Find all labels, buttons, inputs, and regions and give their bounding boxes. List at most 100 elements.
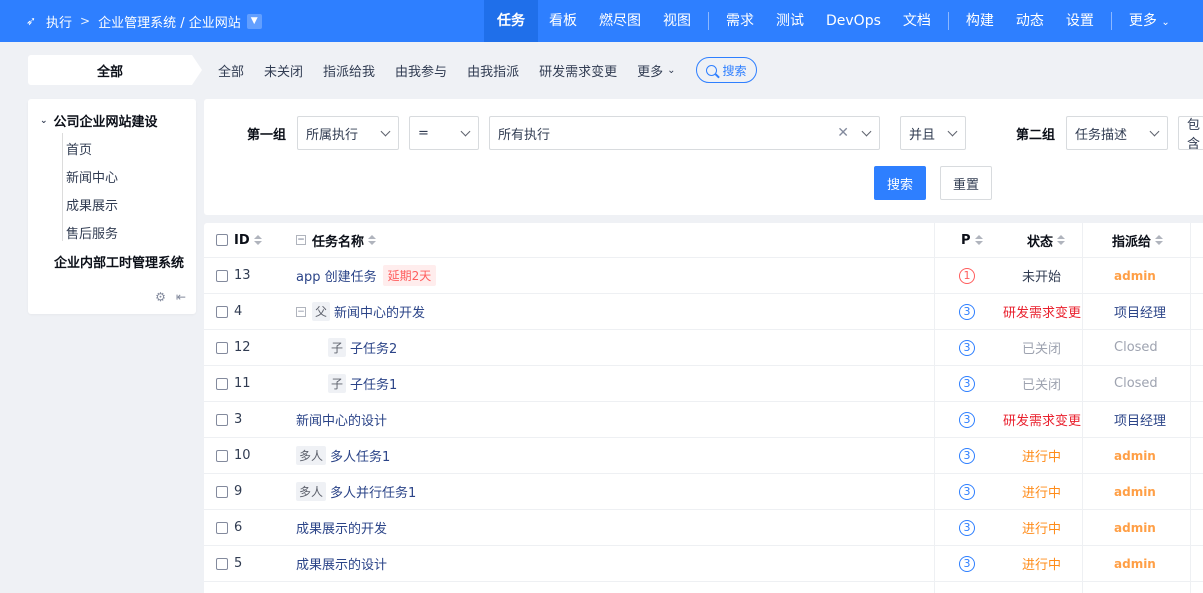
filter-all[interactable]: 全部	[218, 61, 244, 80]
tree-item-results[interactable]: 成果展示	[66, 195, 118, 214]
header-pri[interactable]: P	[961, 223, 983, 257]
tree-item-service[interactable]: 售后服务	[66, 223, 118, 242]
assignee-link[interactable]: 项目经理	[1114, 410, 1166, 429]
group2-label: 第二组	[1016, 128, 1056, 143]
breadcrumb-module[interactable]: 执行	[46, 12, 72, 31]
row-checkbox[interactable]	[216, 377, 228, 390]
row-id: 10	[234, 448, 251, 463]
table-row[interactable]: 9 多人 多人并行任务1 3 进行中 admin	[204, 474, 1203, 510]
breadcrumb-path[interactable]: 企业管理系统 / 企业网站	[98, 12, 241, 31]
assignee-link[interactable]: admin	[1114, 557, 1156, 571]
assignee-link[interactable]: admin	[1114, 521, 1156, 535]
nav-more[interactable]: 更多 ⌄	[1118, 0, 1181, 42]
operator1-select[interactable]: =	[409, 116, 479, 150]
tree-root-item-2[interactable]: 企业内部工时管理系统	[54, 252, 184, 271]
chevron-down-icon	[380, 126, 391, 137]
header-assigned[interactable]: 指派给	[1112, 223, 1164, 257]
nav-build[interactable]: 构建	[955, 0, 1005, 42]
filter-assigned-by-me[interactable]: 由我指派	[467, 61, 519, 80]
nav-more-label: 更多	[1128, 13, 1157, 29]
field1-value: 所属执行	[306, 127, 359, 143]
clear-icon[interactable]: ✕	[837, 125, 849, 141]
collapse-icon[interactable]: ⇤	[176, 290, 186, 304]
table-row[interactable]: 6 成果展示的开发 3 进行中 admin	[204, 510, 1203, 546]
row-checkbox[interactable]	[216, 269, 228, 282]
table-row[interactable]: 13 app 创建任务 延期2天 1 未开始 admin	[204, 258, 1203, 294]
delay-badge: 延期2天	[382, 265, 437, 286]
search-button[interactable]: 搜索	[874, 166, 926, 200]
filter-assigned-to-me[interactable]: 指派给我	[323, 61, 375, 80]
table-row[interactable]: 3 新闻中心的设计 3 研发需求变更 项目经理	[204, 402, 1203, 438]
table-row[interactable]: 10 多人 多人任务1 3 进行中 admin	[204, 438, 1203, 474]
assignee-link[interactable]: Closed	[1114, 340, 1158, 355]
table-row[interactable]: 4 − 父新闻中心的开发 3 研发需求变更 项目经理	[204, 294, 1203, 330]
tree-root-item[interactable]: ⌄ 公司企业网站建设	[40, 111, 158, 130]
task-name-link[interactable]: 成果展示的设计	[296, 554, 387, 573]
task-name-link[interactable]: 多人并行任务1	[330, 482, 416, 501]
search-toggle-label: 搜索	[722, 63, 747, 78]
nav-kanban[interactable]: 看板	[538, 0, 588, 42]
logic-select[interactable]: 并且	[900, 116, 966, 150]
assignee-link[interactable]: admin	[1114, 485, 1156, 499]
nav-story[interactable]: 需求	[715, 0, 765, 42]
table-row[interactable]: 11 子子任务1 3 已关闭 Closed	[204, 366, 1203, 402]
header-name-label: 任务名称	[312, 234, 365, 250]
select-all-checkbox[interactable]	[216, 234, 228, 246]
reset-button[interactable]: 重置	[940, 166, 992, 200]
nav-devops[interactable]: DevOps	[815, 0, 892, 42]
operator2-select[interactable]: 包含	[1178, 116, 1203, 150]
row-id: 11	[234, 376, 251, 391]
filter-unclosed[interactable]: 未关闭	[264, 61, 303, 80]
nav-settings[interactable]: 设置	[1055, 0, 1105, 42]
row-checkbox[interactable]	[216, 305, 228, 318]
tree-item-news[interactable]: 新闻中心	[66, 167, 118, 186]
gear-icon[interactable]: ⚙	[155, 290, 166, 304]
search-toggle-button[interactable]: 搜索	[695, 57, 757, 83]
table-row[interactable]: 12 子子任务2 3 已关闭 Closed	[204, 330, 1203, 366]
task-name-link[interactable]: 子任务2	[350, 338, 397, 357]
nav-doc[interactable]: 文档	[892, 0, 942, 42]
row-checkbox[interactable]	[216, 557, 228, 570]
value1-select[interactable]: 所有执行 ✕	[489, 116, 880, 150]
table-row[interactable]: 5 成果展示的设计 3 进行中 admin	[204, 546, 1203, 582]
child-badge: 子	[328, 374, 347, 393]
collapse-icon[interactable]: −	[296, 306, 306, 317]
task-name-link[interactable]: 多人任务1	[330, 446, 390, 465]
task-name-link[interactable]: 新闻中心的设计	[296, 410, 387, 429]
field2-select[interactable]: 任务描述	[1066, 116, 1168, 150]
chevron-down-icon	[947, 126, 958, 137]
row-checkbox[interactable]	[216, 521, 228, 534]
row-checkbox[interactable]	[216, 413, 228, 426]
field1-select[interactable]: 所属执行	[297, 116, 399, 150]
assignee-link[interactable]: admin	[1114, 269, 1156, 283]
nav-view[interactable]: 视图	[652, 0, 702, 42]
filter-more[interactable]: 更多 ⌄	[637, 61, 675, 80]
row-checkbox[interactable]	[216, 485, 228, 498]
row-checkbox[interactable]	[216, 449, 228, 462]
status-text: 进行中	[1022, 486, 1062, 501]
assignee-link[interactable]: admin	[1114, 449, 1156, 463]
chevron-down-icon[interactable]: ⌄	[40, 116, 48, 126]
chevron-down-icon[interactable]: ▼	[246, 13, 262, 29]
nav-burndown[interactable]: 燃尽图	[588, 0, 652, 42]
row-checkbox[interactable]	[216, 341, 228, 354]
filter-story-change[interactable]: 研发需求变更	[539, 61, 617, 80]
header-id[interactable]: ID	[234, 223, 262, 257]
task-name-link[interactable]: app 创建任务	[296, 266, 377, 285]
task-name-link[interactable]: 新闻中心的开发	[334, 302, 425, 321]
all-modules-tab[interactable]: 全部	[28, 55, 202, 85]
header-name[interactable]: − 任务名称	[296, 223, 377, 257]
header-status[interactable]: 状态	[1027, 223, 1066, 257]
header-assigned-label: 指派给	[1112, 234, 1152, 250]
nav-dynamic[interactable]: 动态	[1005, 0, 1055, 42]
assignee-link[interactable]: Closed	[1114, 376, 1158, 391]
task-name-link[interactable]: 成果展示的开发	[296, 518, 387, 537]
assignee-link[interactable]: 项目经理	[1114, 302, 1166, 321]
filter-involved[interactable]: 由我参与	[395, 61, 447, 80]
nav-test[interactable]: 测试	[765, 0, 815, 42]
tree-item-home[interactable]: 首页	[66, 139, 92, 158]
task-name-link[interactable]: 子任务1	[350, 374, 397, 393]
status-text: 进行中	[1022, 450, 1062, 465]
collapse-all-icon[interactable]: −	[296, 235, 306, 245]
nav-tasks[interactable]: 任务	[484, 0, 538, 42]
